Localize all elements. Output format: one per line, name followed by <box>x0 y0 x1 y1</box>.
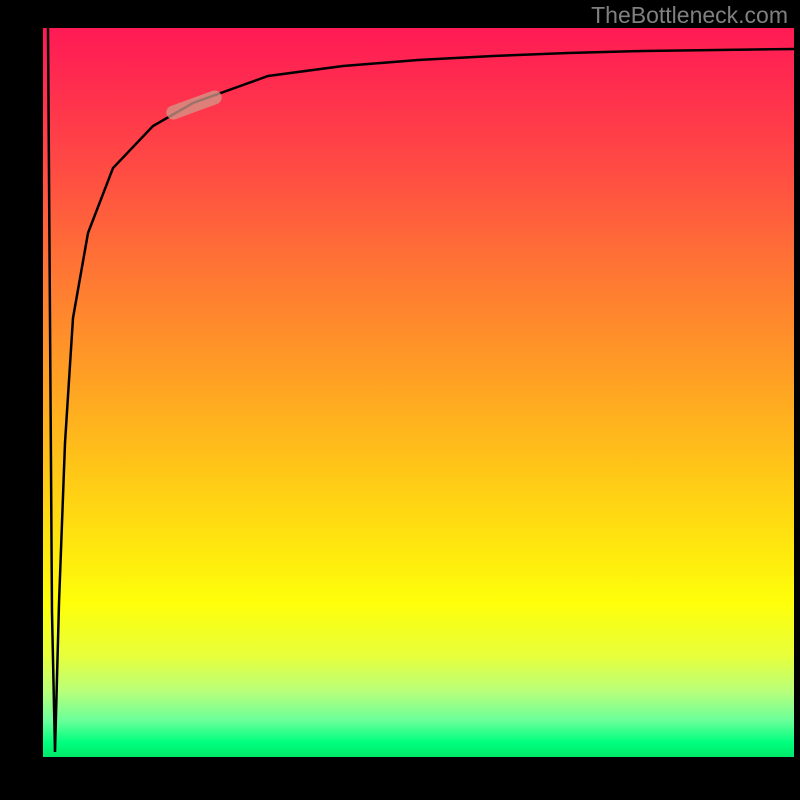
chart-background <box>43 28 794 757</box>
watermark-text: TheBottleneck.com <box>591 2 788 29</box>
